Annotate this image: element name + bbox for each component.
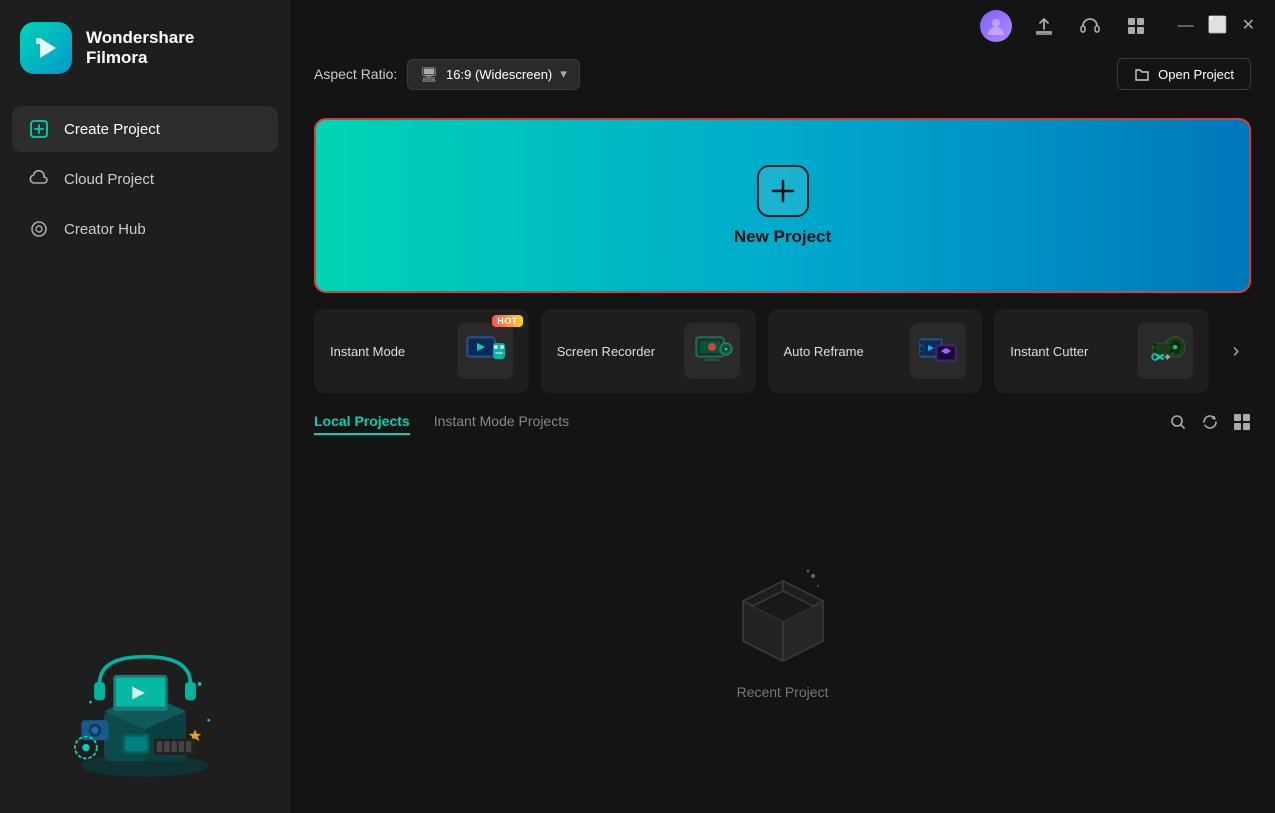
- tab-local-projects[interactable]: Local Projects: [314, 409, 410, 435]
- maximize-button[interactable]: ⬜: [1208, 18, 1228, 34]
- quick-action-instant-cutter[interactable]: Instant Cutter: [994, 309, 1209, 393]
- minimize-button[interactable]: —: [1178, 18, 1194, 34]
- sidebar-item-creator-hub[interactable]: Creator Hub: [12, 206, 278, 252]
- app-name-line1: Wondershare: [86, 28, 194, 48]
- create-project-icon: [28, 118, 50, 140]
- aspect-ratio-value: 16:9 (Widescreen): [446, 67, 552, 82]
- main-content: — ⬜ ✕ Aspect Ratio: 🖥 16:9 (Widescreen) …: [290, 0, 1275, 813]
- quick-actions-row: Instant Mode HOT: [314, 309, 1251, 393]
- instant-cutter-image: [1137, 323, 1193, 379]
- new-project-plus-icon: [757, 165, 809, 217]
- aspect-ratio-selector: Aspect Ratio: 🖥 16:9 (Widescreen) ▾: [314, 59, 580, 90]
- chevron-down-icon: ▾: [560, 66, 567, 82]
- grid-view-icon: [1233, 413, 1251, 431]
- instant-mode-image: [457, 323, 513, 379]
- auto-reframe-image: [910, 323, 966, 379]
- upload-icon[interactable]: [1030, 12, 1058, 40]
- hot-badge: HOT: [492, 315, 523, 327]
- close-button[interactable]: ✕: [1242, 18, 1255, 34]
- logo-text: Wondershare Filmora: [86, 28, 194, 69]
- instant-cutter-label: Instant Cutter: [1010, 344, 1088, 359]
- creator-hub-label: Creator Hub: [64, 221, 146, 238]
- new-project-label: New Project: [734, 227, 831, 247]
- projects-tabs-row: Local Projects Instant Mode Projects: [314, 409, 1251, 435]
- refresh-icon: [1201, 413, 1219, 431]
- monitor-icon: 🖥: [420, 66, 438, 83]
- open-project-label: Open Project: [1158, 67, 1234, 82]
- grid-view-button[interactable]: [1233, 413, 1251, 431]
- quick-action-auto-reframe[interactable]: Auto Reframe: [768, 309, 983, 393]
- empty-state-label: Recent Project: [737, 684, 829, 700]
- auto-reframe-label: Auto Reframe: [784, 344, 864, 359]
- aspect-ratio-dropdown[interactable]: 🖥 16:9 (Widescreen) ▾: [407, 59, 580, 90]
- creator-hub-icon: [28, 218, 50, 240]
- sidebar-item-cloud-project[interactable]: Cloud Project: [12, 156, 278, 202]
- sidebar-item-create-project[interactable]: Create Project: [12, 106, 278, 152]
- aspect-ratio-label: Aspect Ratio:: [314, 66, 397, 82]
- cloud-project-label: Cloud Project: [64, 171, 154, 188]
- screen-recorder-image: [684, 323, 740, 379]
- screen-recorder-label: Screen Recorder: [557, 344, 655, 359]
- quick-action-instant-mode[interactable]: Instant Mode HOT: [314, 309, 529, 393]
- create-project-label: Create Project: [64, 121, 160, 138]
- refresh-button[interactable]: [1201, 413, 1219, 431]
- projects-tabs: Local Projects Instant Mode Projects: [314, 409, 593, 435]
- grid-icon[interactable]: [1122, 12, 1150, 40]
- chevron-right-icon: ›: [1233, 340, 1240, 363]
- folder-icon: [1134, 66, 1150, 82]
- sidebar: Wondershare Filmora Create Project Cloud…: [0, 0, 290, 813]
- cloud-project-icon: [28, 168, 50, 190]
- titlebar-actions: — ⬜ ✕: [980, 10, 1255, 42]
- app-logo-icon: [20, 22, 72, 74]
- quick-action-screen-recorder[interactable]: Screen Recorder: [541, 309, 756, 393]
- support-icon[interactable]: [1076, 12, 1104, 40]
- projects-section: Local Projects Instant Mode Projects: [314, 409, 1251, 789]
- empty-state: Recent Project: [314, 467, 1251, 789]
- projects-actions: [1169, 413, 1251, 431]
- toolbar-row: Aspect Ratio: 🖥 16:9 (Widescreen) ▾ Open…: [314, 52, 1251, 102]
- window-controls: — ⬜ ✕: [1178, 18, 1255, 34]
- more-actions-arrow[interactable]: ›: [1221, 309, 1251, 393]
- empty-box-icon: [723, 556, 843, 666]
- sidebar-illustration: [0, 593, 290, 793]
- tab-instant-mode-projects[interactable]: Instant Mode Projects: [434, 409, 569, 435]
- logo-area: Wondershare Filmora: [0, 0, 290, 96]
- title-bar: — ⬜ ✕: [290, 0, 1275, 52]
- open-project-button[interactable]: Open Project: [1117, 58, 1251, 90]
- content-area: Aspect Ratio: 🖥 16:9 (Widescreen) ▾ Open…: [290, 52, 1275, 813]
- search-button[interactable]: [1169, 413, 1187, 431]
- instant-mode-label: Instant Mode: [330, 344, 405, 359]
- app-name-line2: Filmora: [86, 48, 194, 68]
- new-project-banner[interactable]: New Project: [314, 118, 1251, 293]
- sidebar-navigation: Create Project Cloud Project Creator Hub: [0, 96, 290, 262]
- user-avatar[interactable]: [980, 10, 1012, 42]
- search-icon: [1169, 413, 1187, 431]
